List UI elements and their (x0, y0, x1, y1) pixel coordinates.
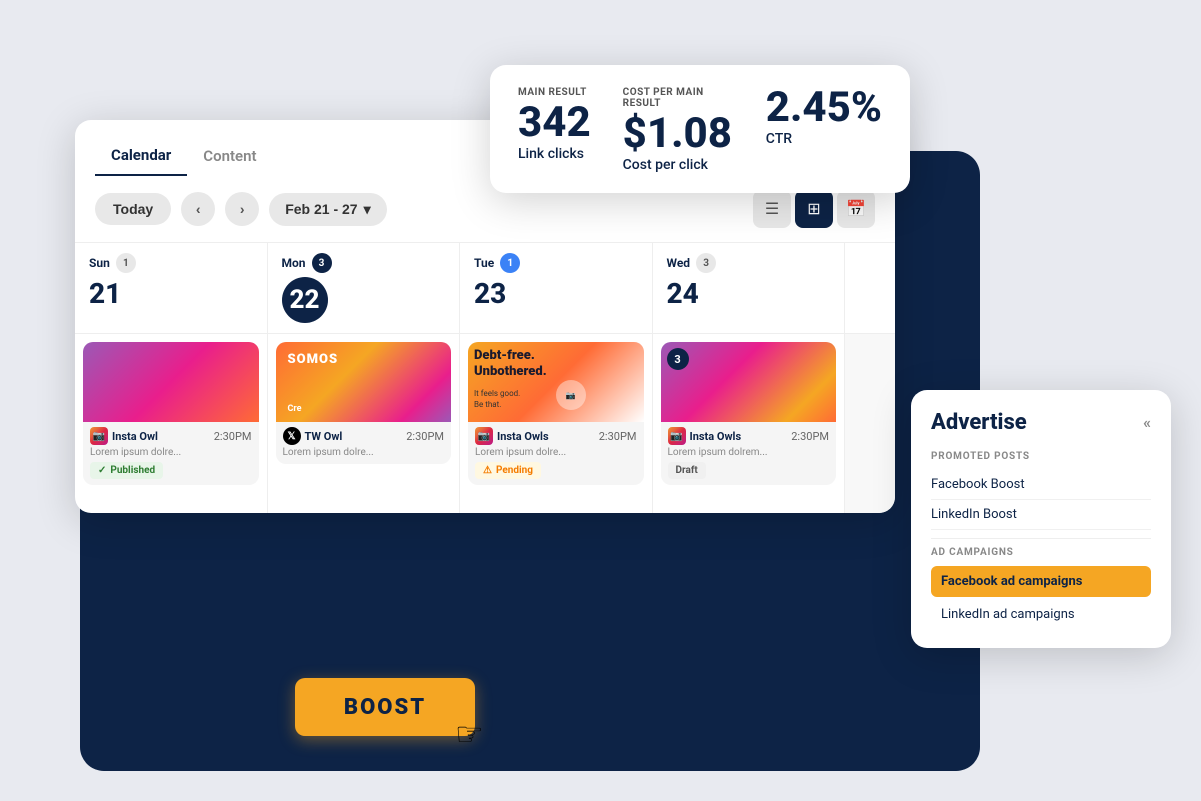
instagram-icon-tue: 📷 (475, 427, 493, 445)
event-desc-tue: Lorem ipsum dolre... (475, 447, 637, 458)
cost-value: $1.08 (623, 113, 734, 155)
prev-icon: ‹ (196, 201, 201, 217)
advertise-panel: Advertise « PROMOTED POSTS Facebook Boos… (911, 390, 1171, 648)
event-mon-1[interactable]: SOMOS Cre 𝕏 TW Owl 2:30PM Lorem ipsum do… (276, 342, 452, 464)
event-name-tue: Insta Owls (497, 430, 549, 443)
day-header-tue: Tue 1 23 (460, 243, 653, 333)
calendar-events-row: 📷 Insta Owl 2:30PM Lorem ipsum dolre... … (75, 333, 895, 513)
advertise-title: Advertise (931, 410, 1027, 435)
advertise-header: Advertise « (931, 410, 1151, 435)
view-buttons: ☰ ⊞ 📅 (753, 190, 875, 228)
divider (931, 538, 1151, 539)
day-num-tue: 23 (474, 277, 638, 310)
scene: MAIN RESULT 342 Link clicks COST PER MAI… (0, 0, 1201, 801)
warning-icon-tue: ⚠ (483, 465, 492, 476)
cursor-icon: ☞ (455, 715, 484, 753)
event-name-mon: TW Owl (305, 430, 343, 443)
event-desc-mon: Lorem ipsum dolre... (283, 447, 445, 458)
event-name-wed: Insta Owls (690, 430, 742, 443)
list-icon: ☰ (765, 199, 779, 219)
event-desc-sun: Lorem ipsum dolre... (90, 447, 252, 458)
calendar-icon: 📅 (846, 199, 866, 219)
event-mon-img: SOMOS Cre (276, 342, 452, 422)
event-sun-1[interactable]: 📷 Insta Owl 2:30PM Lorem ipsum dolre... … (83, 342, 259, 485)
promoted-posts-label: PROMOTED POSTS (931, 451, 1151, 462)
tab-calendar[interactable]: Calendar (95, 136, 187, 176)
event-desc-wed: Lorem ipsum dolrem... (668, 447, 830, 458)
cell-sun: 📷 Insta Owl 2:30PM Lorem ipsum dolre... … (75, 334, 268, 513)
prev-button[interactable]: ‹ (181, 192, 215, 226)
day-badge-sun: 1 (116, 253, 136, 273)
ctr-sub: CTR (766, 131, 882, 147)
main-result-label: MAIN RESULT (518, 87, 591, 98)
ad-campaigns-label: AD CAMPAIGNS (931, 547, 1151, 558)
view-list-button[interactable]: ☰ (753, 190, 791, 228)
tab-content[interactable]: Content (187, 137, 272, 175)
twitter-icon-mon: 𝕏 (283, 427, 301, 445)
day-badge-mon: 3 (312, 253, 332, 273)
dropdown-icon: ▾ (364, 201, 371, 218)
status-pending-tue: ⚠ Pending (475, 462, 541, 479)
cost-item: COST PER MAIN RESULT $1.08 Cost per clic… (623, 87, 734, 173)
cell-wed: 3 📷 Insta Owls 2:30PM Lorem ipsum dolrem… (653, 334, 846, 513)
event-time-mon: 2:30PM (406, 430, 444, 443)
facebook-ad-campaigns-item[interactable]: Facebook ad campaigns (931, 566, 1151, 597)
status-published-sun: ✓ Published (90, 462, 163, 479)
boost-button[interactable]: BOOST (295, 678, 475, 736)
grid-icon: ⊞ (807, 199, 820, 219)
event-wed-1[interactable]: 3 📷 Insta Owls 2:30PM Lorem ipsum dolrem… (661, 342, 837, 485)
day-badge-tue: 1 (500, 253, 520, 273)
event-tue-img: Debt-free.Unbothered. It feels good.Be t… (468, 342, 644, 422)
cell-extra (845, 334, 895, 513)
day-name-wed: Wed (667, 256, 691, 270)
event-name-sun: Insta Owl (112, 430, 158, 443)
instagram-icon-sun: 📷 (90, 427, 108, 445)
cost-sub: Cost per click (623, 157, 734, 173)
day-num-mon: 22 (282, 277, 328, 323)
event-time-tue: 2:30PM (599, 430, 637, 443)
facebook-boost-item[interactable]: Facebook Boost (931, 470, 1151, 500)
day-num-wed: 24 (667, 277, 831, 310)
main-result-value: 342 (518, 102, 591, 144)
day-num-sun: 21 (89, 277, 253, 310)
calendar-days-header: Sun 1 21 Mon 3 22 Tue 1 (75, 242, 895, 333)
view-calendar-button[interactable]: 📅 (837, 190, 875, 228)
day-name-tue: Tue (474, 256, 494, 270)
next-icon: › (240, 201, 245, 217)
num-badge-wed: 3 (667, 348, 689, 370)
cell-tue: Debt-free.Unbothered. It feels good.Be t… (460, 334, 653, 513)
view-grid-button[interactable]: ⊞ (795, 190, 833, 228)
day-header-sun: Sun 1 21 (75, 243, 268, 333)
day-name-mon: Mon (282, 256, 306, 270)
status-draft-wed: Draft (668, 462, 706, 479)
main-result-sub: Link clicks (518, 146, 591, 162)
date-range-button[interactable]: Feb 21 - 27 ▾ (269, 193, 386, 226)
day-header-mon: Mon 3 22 (268, 243, 461, 333)
ctr-value: 2.45% (766, 87, 882, 129)
event-sun-img (83, 342, 259, 422)
event-time-sun: 2:30PM (214, 430, 252, 443)
day-header-wed: Wed 3 24 (653, 243, 846, 333)
cost-label: COST PER MAIN RESULT (623, 87, 734, 109)
day-badge-wed: 3 (696, 253, 716, 273)
ctr-item: 2.45% CTR (766, 87, 882, 147)
event-time-wed: 2:30PM (791, 430, 829, 443)
check-icon-sun: ✓ (98, 465, 106, 476)
event-tue-1[interactable]: Debt-free.Unbothered. It feels good.Be t… (468, 342, 644, 485)
collapse-button[interactable]: « (1143, 413, 1151, 432)
date-range-label: Feb 21 - 27 (285, 201, 357, 217)
linkedin-ad-campaigns-item[interactable]: LinkedIn ad campaigns (931, 599, 1151, 630)
day-header-extra (845, 243, 895, 333)
instagram-icon-wed: 📷 (668, 427, 686, 445)
today-button[interactable]: Today (95, 193, 171, 225)
cell-mon: SOMOS Cre 𝕏 TW Owl 2:30PM Lorem ipsum do… (268, 334, 461, 513)
linkedin-boost-item[interactable]: LinkedIn Boost (931, 500, 1151, 530)
next-button[interactable]: › (225, 192, 259, 226)
main-result-item: MAIN RESULT 342 Link clicks (518, 87, 591, 162)
stats-card: MAIN RESULT 342 Link clicks COST PER MAI… (490, 65, 910, 193)
day-name-sun: Sun (89, 256, 110, 270)
